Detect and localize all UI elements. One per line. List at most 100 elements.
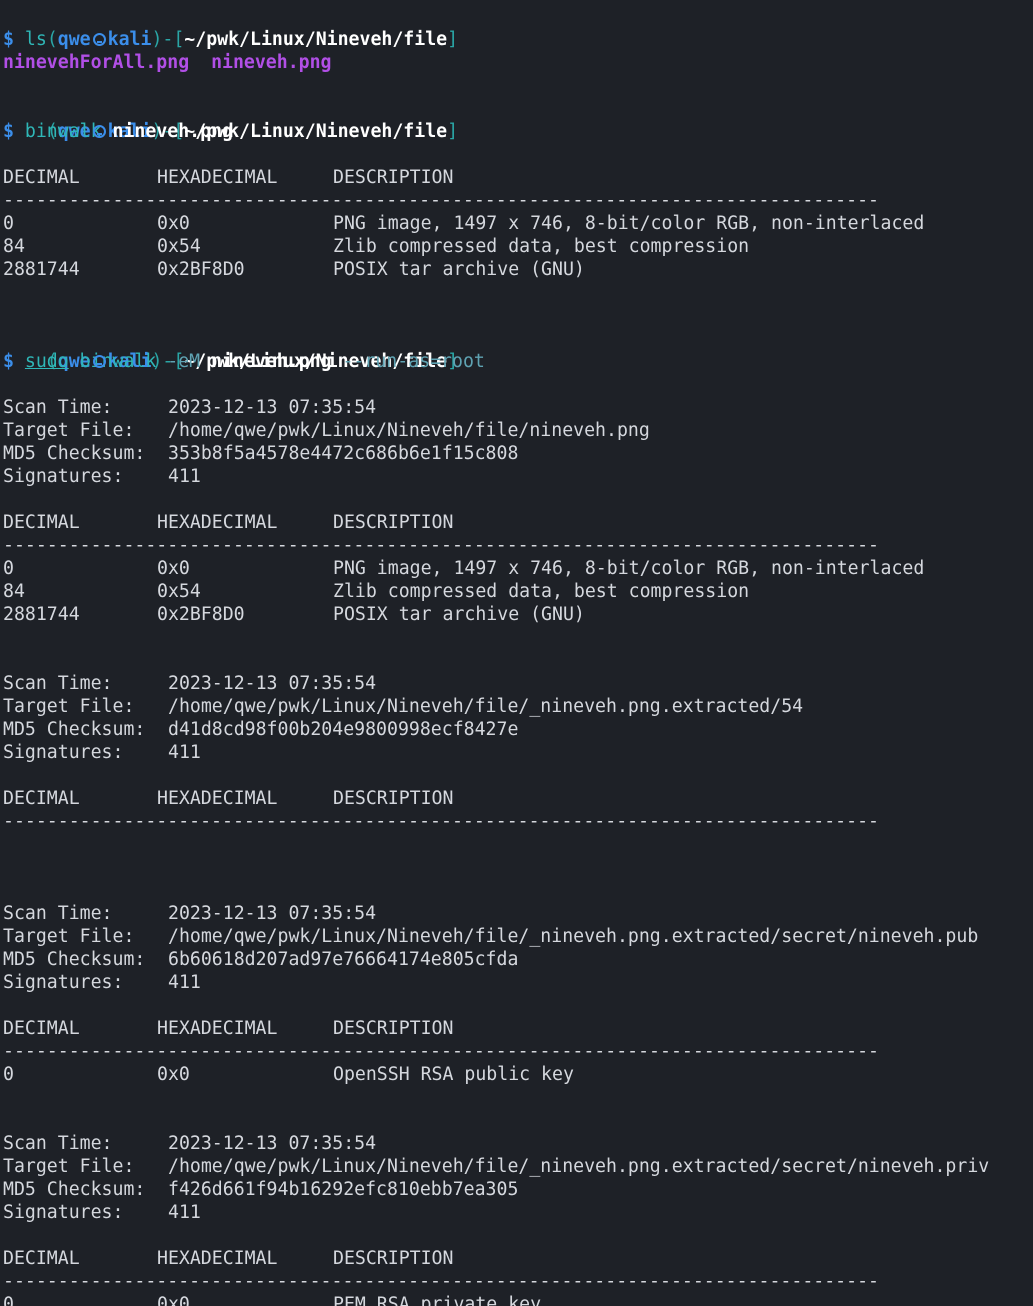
table-separator: ----------------------------------------… — [3, 535, 879, 556]
header-hex: HEXADECIMAL — [157, 512, 278, 533]
prompt-bracket: ( — [46, 29, 58, 50]
cell-description: POSIX tar archive (GNU) — [333, 259, 585, 280]
command-line: $ binwalk nineveh.png — [3, 120, 1033, 143]
table-row: 84 0x54 Zlib compressed data, best compres… — [3, 235, 1033, 258]
md5-checksum: MD5 Checksum: 353b8f5a4578e4472c686b6e1f1… — [3, 442, 1033, 465]
signatures: Signatures: 411 — [3, 465, 1033, 488]
header-description: DESCRIPTION — [333, 1018, 454, 1039]
command-name: binwalk — [24, 121, 102, 142]
value: /home/qwe/pwk/Linux/Nineveh/file/nineveh… — [168, 420, 650, 441]
cell-hex: 0x0 — [157, 558, 190, 579]
cell-decimal: 2881744 — [3, 604, 80, 625]
table-header: DECIMAL HEXADECIMAL DESCRIPTION — [3, 1017, 1033, 1040]
table-row: 0 0x0 PEM RSA private key — [3, 1293, 1033, 1306]
signatures: Signatures: 411 — [3, 1201, 1033, 1224]
prompt-bracket: ] — [447, 121, 459, 142]
command-arg: nineveh.png — [112, 121, 233, 142]
prompt-dollar: $ — [3, 351, 25, 372]
label: Target File: — [3, 1156, 135, 1177]
label: Signatures: — [3, 1202, 124, 1223]
table-separator: ----------------------------------------… — [3, 811, 879, 832]
header-decimal: DECIMAL — [3, 167, 80, 188]
cell-decimal: 0 — [3, 213, 14, 234]
cell-decimal: 0 — [3, 1294, 14, 1306]
label: Signatures: — [3, 466, 124, 487]
command-option: -eM — [167, 351, 201, 372]
md5-checksum: MD5 Checksum: 6b60618d207ad97e76664174e80… — [3, 948, 1033, 971]
header-hex: HEXADECIMAL — [157, 1248, 278, 1269]
cell-hex: 0x0 — [157, 213, 190, 234]
cell-decimal: 84 — [3, 236, 25, 257]
table-row: 2881744 0x2BF8D0 POSIX tar archive (GNU) — [3, 258, 1033, 281]
label: Target File: — [3, 420, 135, 441]
label: MD5 Checksum: — [3, 719, 146, 740]
scan-time: Scan Time: 2023-12-13 07:35:54 — [3, 396, 1033, 419]
label: Scan Time: — [3, 397, 113, 418]
label: Scan Time: — [3, 1133, 113, 1154]
cell-hex: 0x54 — [157, 581, 201, 602]
md5-checksum: MD5 Checksum: f426d661f94b16292efc810ebb7… — [3, 1178, 1033, 1201]
prompt-bracket: ] — [447, 29, 459, 50]
value: d41d8cd98f00b204e9800998ecf8427e — [168, 719, 519, 740]
header-description: DESCRIPTION — [333, 1248, 454, 1269]
table-separator: ----------------------------------------… — [3, 190, 879, 211]
label: Scan Time: — [3, 903, 113, 924]
header-decimal: DECIMAL — [3, 788, 80, 809]
cell-description: Zlib compressed data, best compression — [333, 581, 750, 602]
label: MD5 Checksum: — [3, 443, 146, 464]
table-row: 0 0x0 PNG image, 1497 x 746, 8-bit/color R… — [3, 557, 1033, 580]
target-file: Target File: /home/qwe/pwk/Linux/Nineveh/… — [3, 925, 1033, 948]
header-description: DESCRIPTION — [333, 167, 454, 188]
cell-hex: 0x54 — [157, 236, 201, 257]
scan-time: Scan Time: 2023-12-13 07:35:54 — [3, 672, 1033, 695]
scan-time: Scan Time: 2023-12-13 07:35:54 — [3, 1132, 1033, 1155]
signatures: Signatures: 411 — [3, 971, 1033, 994]
value: 353b8f5a4578e4472c686b6e1f15c808 — [168, 443, 519, 464]
table-header: DECIMAL HEXADECIMAL DESCRIPTION — [3, 1247, 1033, 1270]
ls-output: ninevehForAll.png nineveh.png — [3, 51, 1033, 74]
label: Target File: — [3, 926, 135, 947]
table-header: DECIMAL HEXADECIMAL DESCRIPTION — [3, 166, 1033, 189]
header-hex: HEXADECIMAL — [157, 167, 278, 188]
value: 411 — [168, 972, 201, 993]
header-decimal: DECIMAL — [3, 1248, 80, 1269]
target-file: Target File: /home/qwe/pwk/Linux/Nineveh/… — [3, 419, 1033, 442]
cell-decimal: 2881744 — [3, 259, 80, 280]
value: 411 — [168, 466, 201, 487]
command-name: binwalk — [79, 351, 157, 372]
kali-skull-icon — [92, 355, 106, 368]
label: Signatures: — [3, 972, 124, 993]
label: MD5 Checksum: — [3, 949, 146, 970]
terminal-window[interactable]: (qwe kali)-[~/pwk/Linux/Nineveh/file] $ l… — [0, 0, 1033, 1306]
value: 2023-12-13 07:35:54 — [168, 903, 377, 924]
command-arg: nineveh.png — [211, 351, 332, 372]
value: /home/qwe/pwk/Linux/Nineveh/file/_nineve… — [168, 696, 804, 717]
cell-decimal: 0 — [3, 1064, 14, 1085]
value: f426d661f94b16292efc810ebb7ea305 — [168, 1179, 519, 1200]
table-separator: ----------------------------------------… — [3, 1041, 879, 1062]
command-sudo: sudo — [24, 351, 69, 372]
cell-decimal: 84 — [3, 581, 25, 602]
table-separator: ----------------------------------------… — [3, 1271, 879, 1292]
label: Target File: — [3, 696, 135, 717]
cell-description: OpenSSH RSA public key — [333, 1064, 574, 1085]
file-entry: ninevehForAll.png — [3, 52, 190, 73]
label: Scan Time: — [3, 673, 113, 694]
md5-checksum: MD5 Checksum: d41d8cd98f00b204e9800998ecf… — [3, 718, 1033, 741]
prompt-host: kali — [107, 29, 152, 50]
label: Signatures: — [3, 742, 124, 763]
prompt-line: (qwe kali)-[~/pwk/Linux/Nineveh/file] — [3, 5, 1033, 50]
